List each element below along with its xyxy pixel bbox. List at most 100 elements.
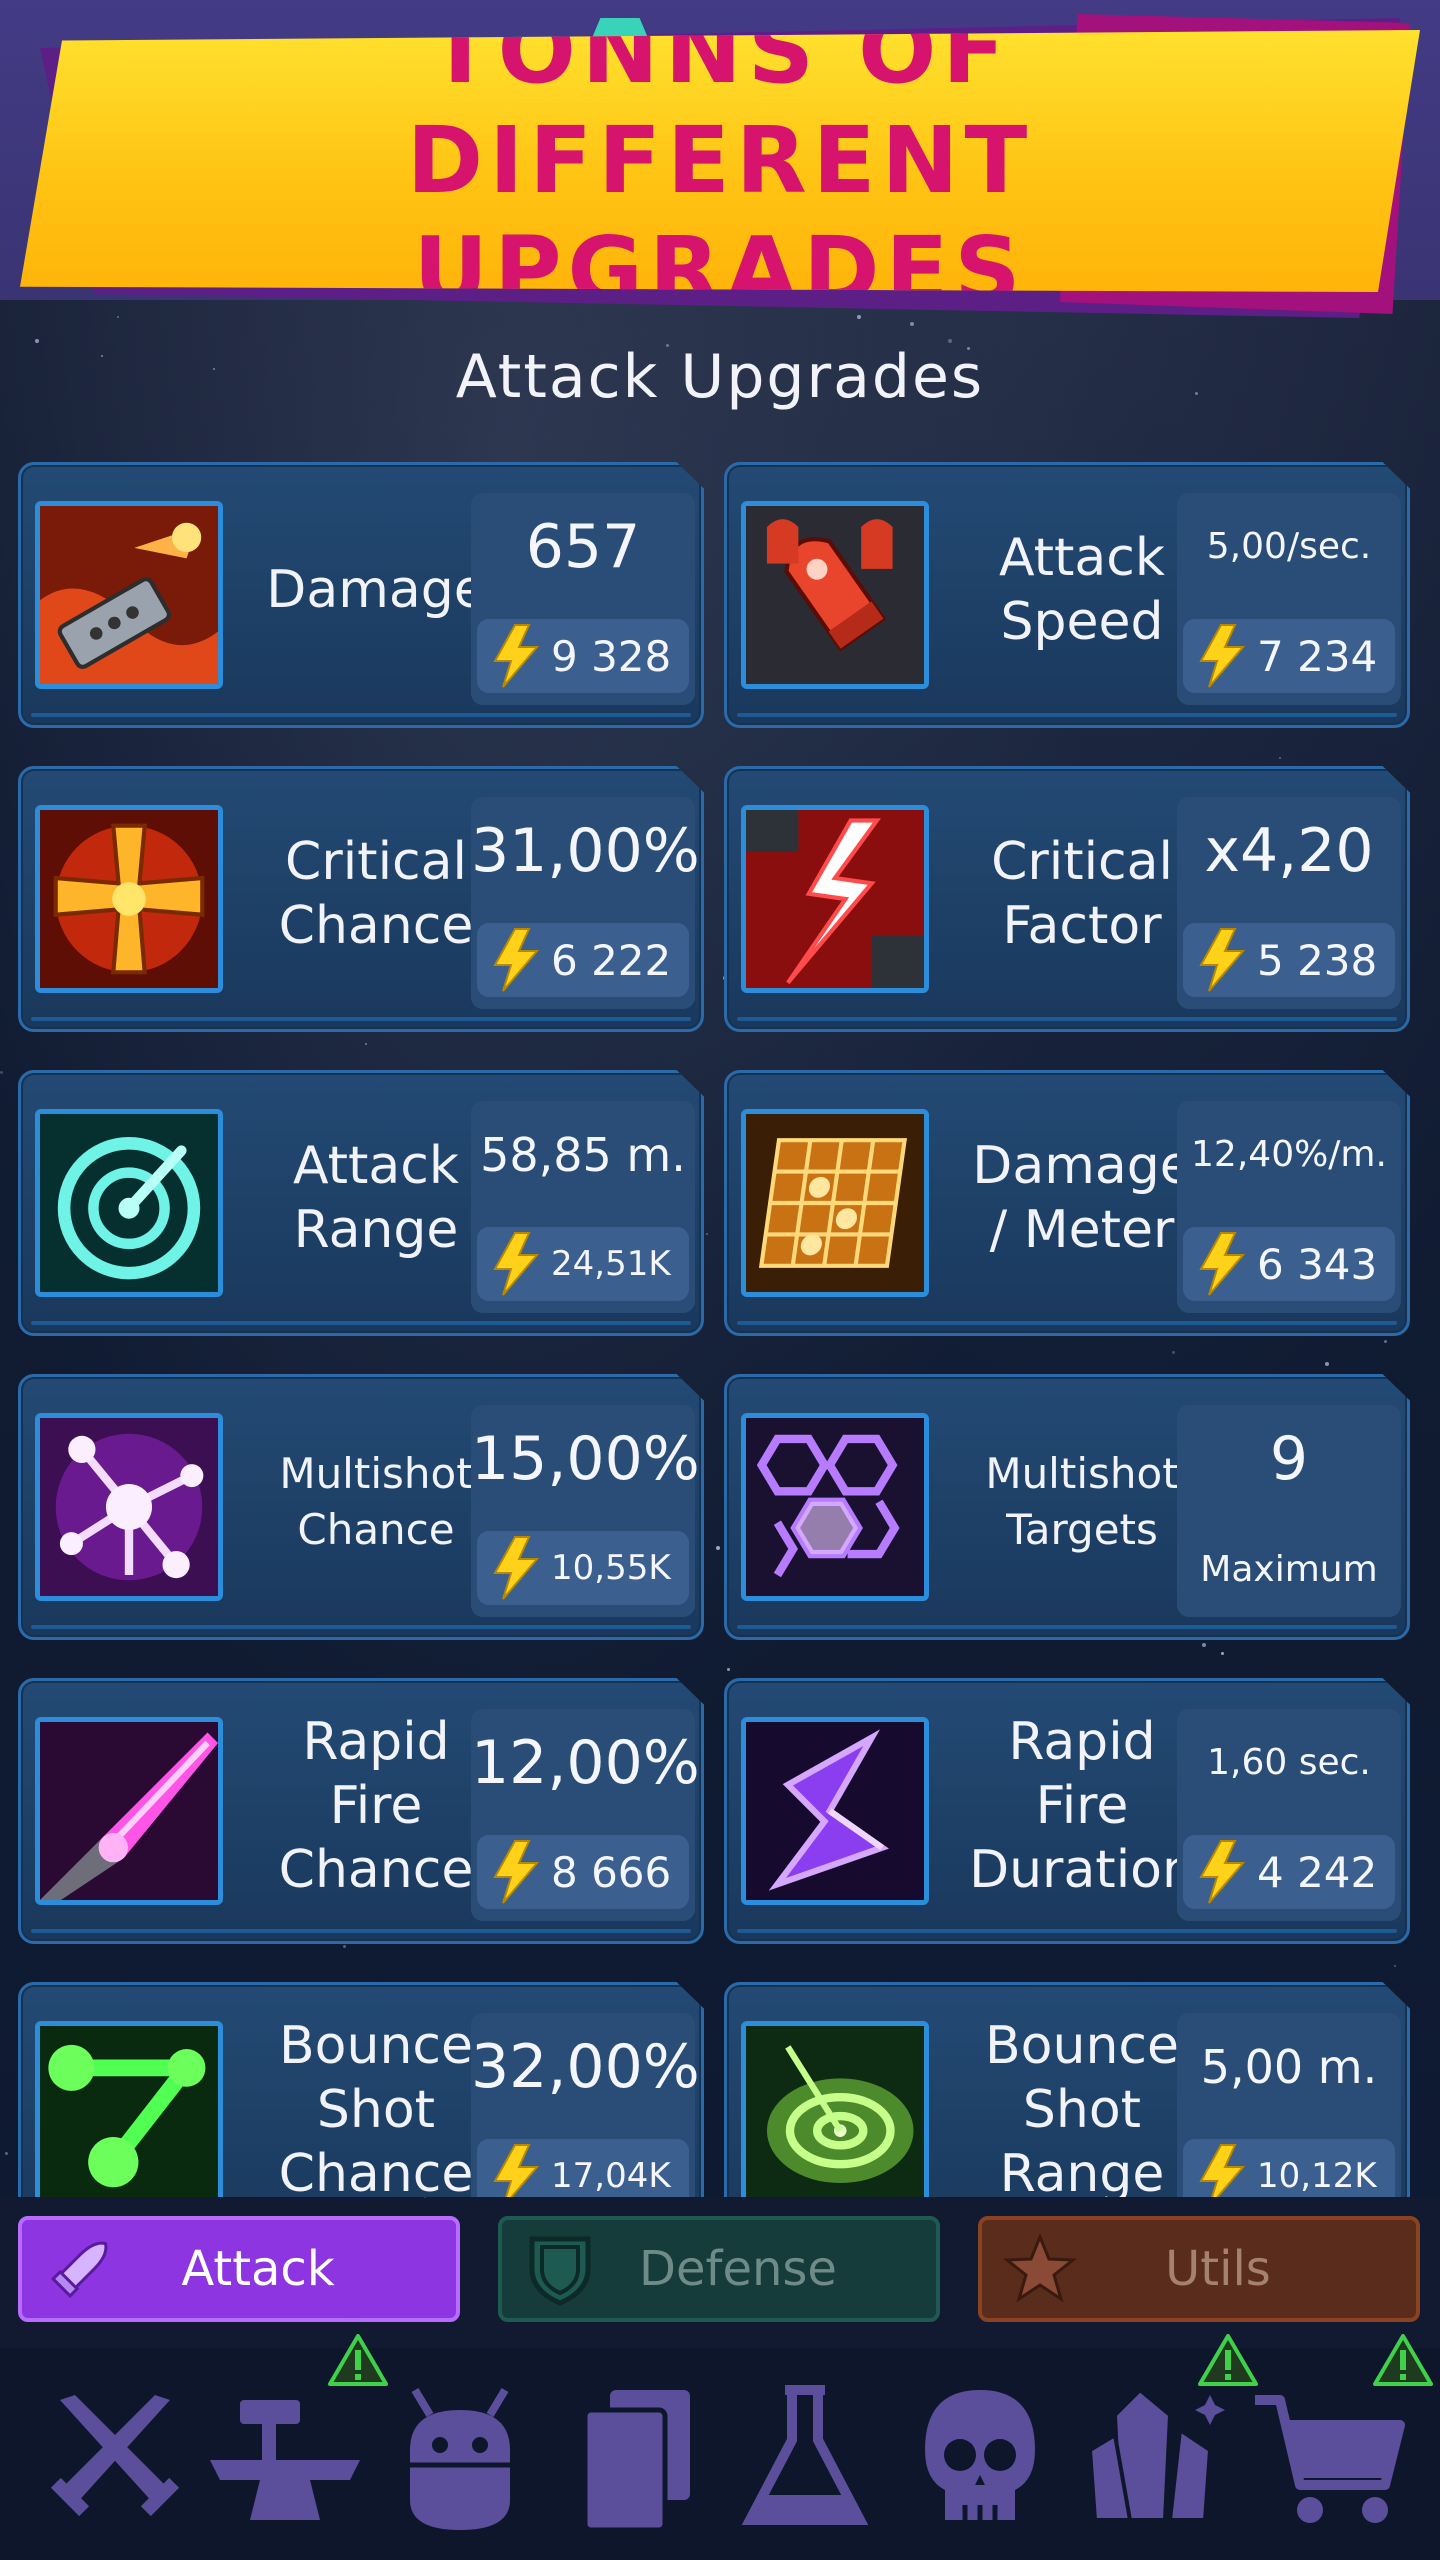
banner-title: TONNS OF DIFFERENT UPGRADES <box>406 0 1034 324</box>
upgrade-value-box: 1,60 sec. 4 242 <box>1177 1709 1401 1921</box>
multishot-targets-hexagon-icon <box>741 1413 929 1601</box>
crystals-icon <box>1087 2387 1225 2522</box>
upgrade-card[interactable]: Bounce Shot Chance 32,00% 17,04K <box>18 1982 704 2197</box>
flask-icon <box>741 2385 869 2525</box>
upgrade-buy-button[interactable]: 10,55K <box>477 1531 689 1605</box>
upgrade-cost: 6 222 <box>551 935 672 985</box>
upgrade-card[interactable]: Attack Speed 5,00/sec. 7 234 <box>724 462 1410 728</box>
energy-bolt-icon <box>1199 2144 1246 2197</box>
nav-anvil-hammer-button[interactable] <box>200 2370 370 2540</box>
upgrade-value: 12,00% <box>471 1728 700 1798</box>
tab-utils-label: Utils <box>1165 2241 1271 2297</box>
upgrade-buy-button[interactable]: 5 238 <box>1183 923 1395 997</box>
upgrade-cost: 10,12K <box>1257 2156 1377 2196</box>
energy-bolt-icon <box>1199 1840 1246 1904</box>
energy-bolt-icon <box>1199 1232 1246 1296</box>
multishot-chance-molecule-icon <box>35 1413 223 1601</box>
upgrade-cost: 8 666 <box>551 1847 672 1897</box>
bounce-shot-range-radar-icon <box>741 2021 929 2197</box>
max-level-label: Maximum <box>1200 1549 1378 1590</box>
tab-attack[interactable]: Attack <box>18 2216 460 2322</box>
upgrade-card[interactable]: Rapid Fire Duration 1,60 sec. 4 242 <box>724 1678 1410 1944</box>
damage-gun-icon <box>35 501 223 689</box>
bounce-shot-chance-nodes-icon <box>35 2021 223 2197</box>
tab-utils[interactable]: Utils <box>978 2216 1420 2322</box>
promo-banner: TONNS OF DIFFERENT UPGRADES <box>20 30 1420 292</box>
star <box>117 316 119 318</box>
robot-icon <box>410 2387 510 2530</box>
upgrade-card[interactable]: Critical Chance 31,00% 6 222 <box>18 766 704 1032</box>
nav-crossed-swords-button[interactable] <box>30 2370 200 2540</box>
upgrade-cost: 17,04K <box>551 2156 671 2196</box>
upgrade-cost: 6 343 <box>1257 1239 1378 1289</box>
upgrade-card[interactable]: Multishot Chance 15,00% 10,55K <box>18 1374 704 1640</box>
upgrade-value-box: 5,00 m. 10,12K <box>1177 2013 1401 2197</box>
upgrade-value: 5,00 m. <box>1200 2040 1378 2094</box>
cards-icon <box>582 2390 690 2533</box>
energy-bolt-icon <box>493 1536 540 1600</box>
upgrade-buy-button[interactable]: 4 242 <box>1183 1835 1395 1909</box>
upgrade-value-box: 31,00% 6 222 <box>471 797 700 1009</box>
rapid-fire-chance-beam-icon <box>35 1717 223 1905</box>
upgrade-value: 657 <box>525 512 641 582</box>
tab-defense[interactable]: Defense <box>498 2216 940 2322</box>
upgrade-value: 12,40%/m. <box>1191 1134 1387 1175</box>
tab-attack-label: Attack <box>181 2241 335 2297</box>
damage-meter-grid-icon <box>741 1109 929 1297</box>
nav-robot-button[interactable] <box>375 2370 545 2540</box>
upgrade-buy-button[interactable]: 10,12K <box>1183 2139 1395 2197</box>
upgrade-cost: 5 238 <box>1257 935 1378 985</box>
upgrade-card[interactable]: Critical Factor x4,20 5 238 <box>724 766 1410 1032</box>
upgrade-value-box: 9 Maximum <box>1177 1405 1401 1617</box>
upgrade-card[interactable]: Bounce Shot Range 5,00 m. 10,12K <box>724 1982 1410 2197</box>
upgrade-value: 58,85 m. <box>480 1128 686 1182</box>
energy-bolt-icon <box>493 2144 540 2197</box>
nav-crystals-button[interactable] <box>1070 2370 1240 2540</box>
upgrade-buy-button[interactable]: 8 666 <box>477 1835 689 1909</box>
upgrade-value-box: 12,40%/m. 6 343 <box>1177 1101 1401 1313</box>
upgrade-card[interactable]: Rapid Fire Chance 12,00% 8 666 <box>18 1678 704 1944</box>
shield-icon <box>529 2236 591 2306</box>
upgrade-card[interactable]: Damage / Meter 12,40%/m. 6 343 <box>724 1070 1410 1336</box>
upgrade-card[interactable]: Multishot Targets 9 Maximum <box>724 1374 1410 1640</box>
skull-icon <box>925 2390 1035 2520</box>
upgrade-value: x4,20 <box>1204 816 1374 886</box>
upgrade-card[interactable]: Attack Range 58,85 m. 24,51K <box>18 1070 704 1336</box>
upgrade-cost: 24,51K <box>551 1244 671 1284</box>
energy-bolt-icon <box>493 928 540 992</box>
upgrade-buy-button[interactable]: 7 234 <box>1183 619 1395 693</box>
upgrade-value: 1,60 sec. <box>1207 1742 1371 1783</box>
gem-icon <box>592 18 648 38</box>
upgrade-buy-button[interactable]: 6 222 <box>477 923 689 997</box>
upgrade-value-box: 58,85 m. 24,51K <box>471 1101 695 1313</box>
star-icon <box>1002 2233 1078 2303</box>
shopping-cart-icon <box>1255 2395 1405 2523</box>
upgrade-value: 9 <box>1269 1424 1309 1494</box>
upgrade-buy-button[interactable]: 6 343 <box>1183 1227 1395 1301</box>
category-tab-bar: Attack Defense Utils <box>0 2198 1440 2348</box>
crossed-swords-icon <box>50 2395 180 2517</box>
energy-bolt-icon <box>493 1840 540 1904</box>
upgrade-value: 5,00/sec. <box>1206 526 1372 567</box>
upgrade-value-box: 5,00/sec. 7 234 <box>1177 493 1401 705</box>
upgrade-value-box: 657 9 328 <box>471 493 695 705</box>
nav-cards-button[interactable] <box>550 2370 720 2540</box>
anvil-hammer-icon <box>210 2400 360 2520</box>
critical-factor-lightning-icon <box>741 805 929 993</box>
upgrade-buy-button[interactable]: 24,51K <box>477 1227 689 1301</box>
attack-speed-rockets-icon <box>741 501 929 689</box>
upgrade-card[interactable]: Damage 657 9 328 <box>18 462 704 728</box>
nav-shopping-cart-button[interactable] <box>1245 2370 1415 2540</box>
energy-bolt-icon <box>493 624 540 688</box>
nav-skull-button[interactable] <box>895 2370 1065 2540</box>
star <box>910 322 914 326</box>
upgrade-value-box: 12,00% 8 666 <box>471 1709 700 1921</box>
upgrade-cost: 4 242 <box>1257 1847 1378 1897</box>
upgrade-list[interactable]: Damage 657 9 328 Attack Speed 5,00/sec. 7 234… <box>0 462 1440 2197</box>
upgrade-buy-button[interactable]: 17,04K <box>477 2139 689 2197</box>
tab-defense-label: Defense <box>639 2241 837 2297</box>
upgrade-buy-button[interactable]: 9 328 <box>477 619 689 693</box>
upgrade-cost: 9 328 <box>551 631 672 681</box>
nav-flask-button[interactable] <box>720 2370 890 2540</box>
rapid-fire-duration-arrow-icon <box>741 1717 929 1905</box>
